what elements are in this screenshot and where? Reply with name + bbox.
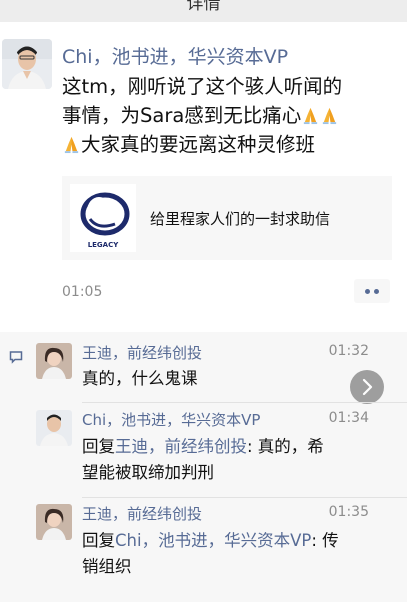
post-text: 这tm，刚听说了这个骇人听闻的 事情，为Sara感到无比痛心 大家真的要远离这种…	[62, 72, 397, 159]
comment-text-line: 回复王迪，前经纬创投: 真的，希	[82, 434, 382, 460]
comment-text-segment: : 真的，希	[247, 437, 324, 456]
post-text-line: 这tm，刚听说了这个骇人听闻的	[62, 75, 343, 98]
comment-timestamp: 01:35	[328, 504, 369, 520]
reply-target-name[interactable]: Chi，池书进，华兴资本VP	[115, 531, 311, 550]
comment-text[interactable]: 回复Chi，池书进，华兴资本VP: 传 销组织	[82, 528, 382, 580]
dot-icon	[365, 289, 370, 294]
post-author-name[interactable]: Chi，池书进，华兴资本VP	[62, 42, 288, 69]
comment-text-line: 销组织	[82, 557, 132, 576]
folded-hands-icon	[64, 136, 79, 154]
commenter-avatar[interactable]	[36, 343, 72, 379]
commenter-avatar[interactable]	[36, 504, 72, 540]
comment-divider	[82, 402, 407, 403]
shared-link-card[interactable]: LEGACY 给里程家人们的一封求助信	[62, 176, 392, 260]
page-title: 详情	[186, 0, 221, 14]
comment-timestamp: 01:32	[328, 343, 369, 359]
folded-hands-icon	[323, 107, 337, 125]
next-arrow-button[interactable]	[350, 370, 384, 404]
reply-target-name[interactable]: 王迪，前经纬创投	[115, 437, 247, 456]
comment-bubble-icon	[9, 351, 23, 364]
commenter-name[interactable]: 王迪，前经纬创投	[82, 503, 202, 524]
post-text-line: 大家真的要远离这种灵修班	[62, 130, 397, 159]
commenter-name[interactable]: 王迪，前经纬创投	[82, 342, 202, 363]
comment-text-line: 回复Chi，池书进，华兴资本VP: 传	[82, 528, 382, 554]
reply-prefix: 回复	[82, 437, 115, 456]
commenter-avatar[interactable]	[36, 410, 72, 446]
legacy-logo-text: LEGACY	[88, 241, 120, 249]
moments-post: Chi，池书进，华兴资本VP 这tm，刚听说了这个骇人听闻的 事情，为Sara感…	[0, 22, 407, 332]
link-thumbnail: LEGACY	[70, 184, 136, 252]
post-text-segment: 大家真的要远离这种灵修班	[81, 133, 316, 156]
comment-timestamp: 01:34	[328, 410, 369, 426]
post-text-segment: 事情，为Sara感到无比痛心	[62, 104, 302, 127]
comment-text[interactable]: 真的，什么鬼课	[82, 366, 382, 392]
post-timestamp: 01:05	[62, 284, 103, 300]
commenter-name[interactable]: Chi，池书进，华兴资本VP	[82, 409, 260, 430]
reply-prefix: 回复	[82, 531, 115, 550]
link-title: 给里程家人们的一封求助信	[150, 210, 331, 228]
comments-section: 王迪，前经纬创投 01:32 真的，什么鬼课 Chi，池书进，华兴资本VP 01…	[0, 332, 407, 602]
comment-text-segment: : 传	[311, 531, 339, 550]
comment-text-line: 望能被取缔加判刑	[82, 463, 214, 482]
comment-text[interactable]: 回复王迪，前经纬创投: 真的，希 望能被取缔加判刑	[82, 434, 382, 486]
top-bar: 详情	[0, 0, 407, 22]
post-text-line: 事情，为Sara感到无比痛心	[62, 101, 397, 130]
dot-icon	[374, 289, 379, 294]
author-avatar[interactable]	[2, 39, 52, 89]
chevron-right-icon	[362, 378, 373, 396]
comment-divider	[82, 497, 407, 498]
folded-hands-icon	[304, 107, 318, 125]
more-options-button[interactable]	[354, 279, 390, 303]
